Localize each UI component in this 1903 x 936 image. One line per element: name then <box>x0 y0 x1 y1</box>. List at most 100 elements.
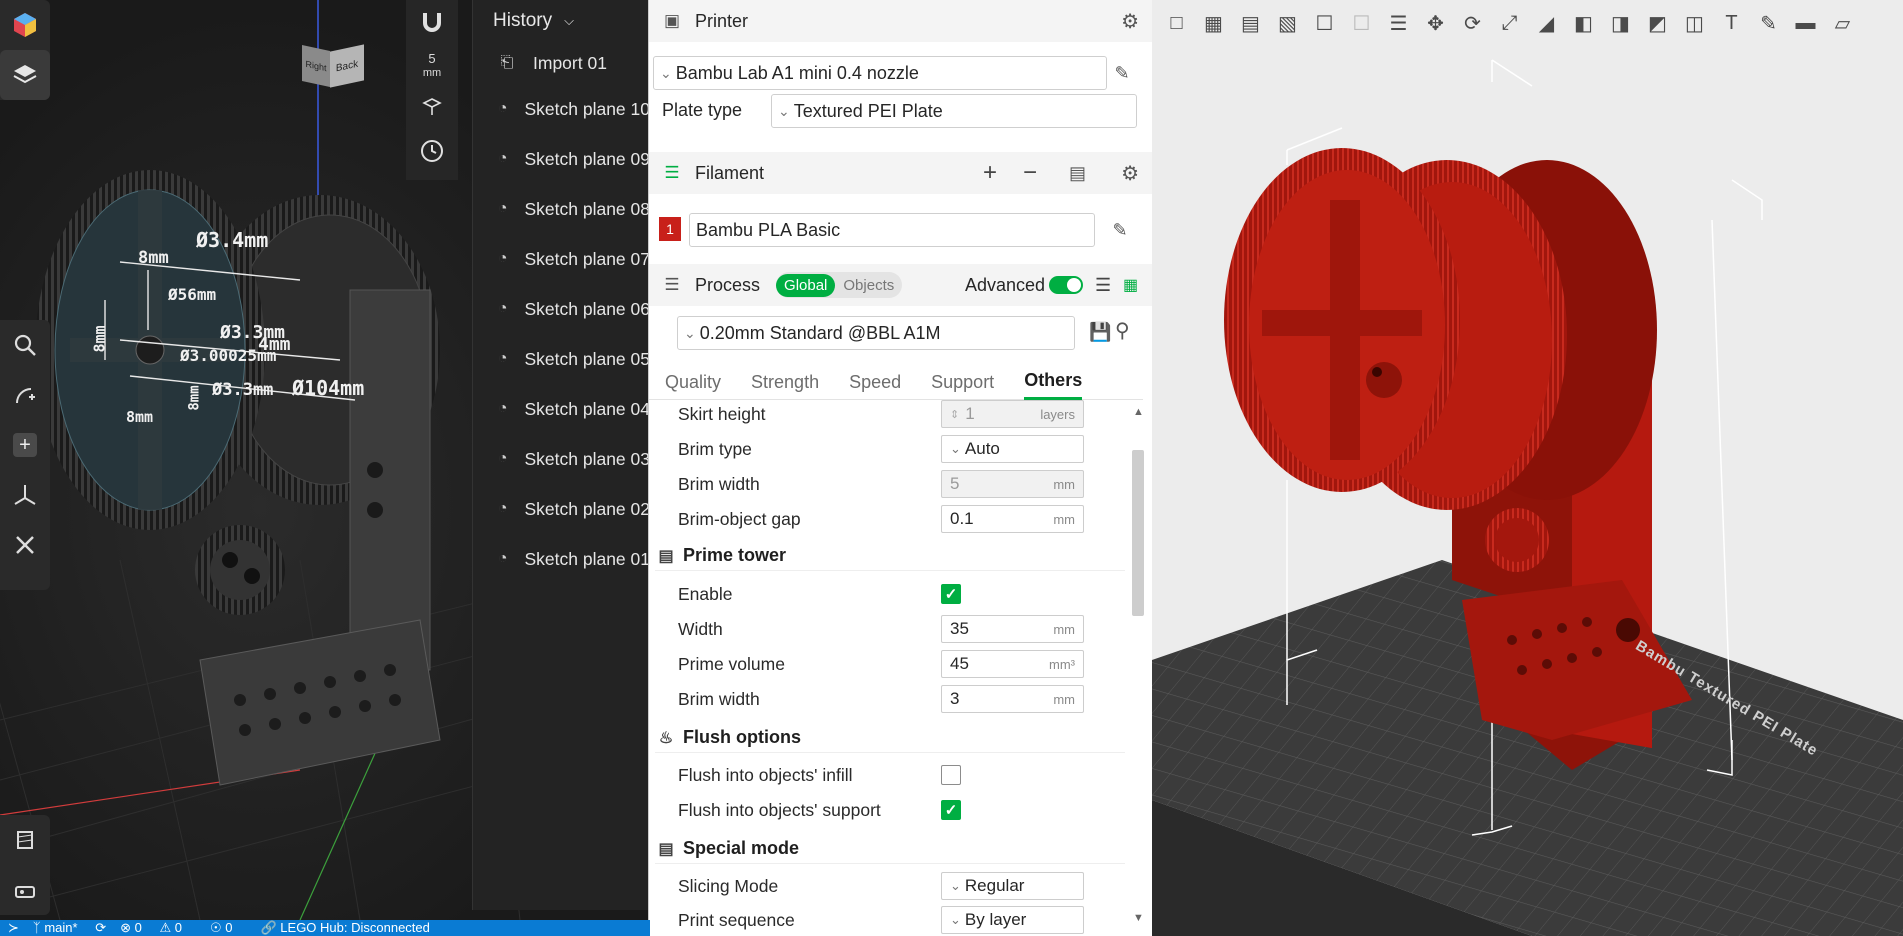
filament-slot-badge[interactable]: 1 <box>659 217 681 241</box>
edit-icon[interactable]: ✎ <box>1109 219 1131 241</box>
plate-type-select[interactable]: ⌄ Textured PEI Plate <box>771 94 1137 128</box>
scroll-down-icon[interactable]: ▼ <box>1133 912 1144 924</box>
sketch-icon[interactable] <box>0 370 50 420</box>
history-item-sketch[interactable]: ◔ Sketch plane 02 <box>473 484 650 534</box>
printer-preset-value: Bambu Lab A1 mini 0.4 nozzle <box>675 62 919 83</box>
plate-preview[interactable]: □ ▦ ▤ ▧ ☐ ☐ ☰ ✥ ⟳ ⤢ ◢ ◧ ◨ ◩ ◫ T ✎ ▬ ▱ Ba… <box>1152 0 1903 936</box>
list-view-icon[interactable]: ☰ <box>1095 275 1111 296</box>
advanced-switch[interactable] <box>1049 276 1083 294</box>
brim-gap-input[interactable]: 0.1 mm <box>941 505 1084 533</box>
printer-preset-select[interactable]: ⌄ Bambu Lab A1 mini 0.4 nozzle <box>653 56 1107 90</box>
process-preset-select[interactable]: ⌄ 0.20mm Standard @BBL A1M <box>677 316 1075 350</box>
tab-quality[interactable]: Quality <box>665 364 721 400</box>
brim-type-select[interactable]: ⌄ Auto <box>941 435 1084 463</box>
clock-icon[interactable] <box>406 126 458 176</box>
history-item-sketch[interactable]: ◔ Sketch plane 06 <box>473 284 650 334</box>
prime-enable-checkbox[interactable]: ✓ <box>941 584 961 604</box>
prime-width-input[interactable]: 35 mm <box>941 615 1084 643</box>
printer-section-header: ▣ Printer ⚙ <box>649 0 1153 42</box>
search-icon[interactable]: ⚲ <box>1115 318 1130 343</box>
view-cube-back-face[interactable]: Back <box>330 44 364 88</box>
print-sequence-label: Print sequence <box>678 909 795 930</box>
settings-scrollbar[interactable]: ▲ ▼ <box>1130 406 1146 930</box>
brim-width-input[interactable]: 5 mm <box>941 470 1084 498</box>
history-item-label: Sketch plane 04 <box>524 398 650 419</box>
scrollbar-thumb[interactable] <box>1132 450 1144 616</box>
history-item-sketch[interactable]: ◔ Sketch plane 03 <box>473 434 650 484</box>
layers-icon[interactable] <box>0 50 50 100</box>
measure-icon[interactable] <box>0 865 50 915</box>
snap-increment[interactable]: 5 mm <box>406 44 458 88</box>
transform-icon[interactable] <box>0 470 50 520</box>
remove-filament-button[interactable]: − <box>1023 159 1037 187</box>
thread-icon[interactable] <box>0 815 50 865</box>
flush-infill-label: Flush into objects' infill <box>678 764 853 785</box>
flush-icon: ♨ <box>658 729 674 747</box>
toggle-global[interactable]: Global <box>776 273 836 297</box>
history-item-sketch[interactable]: ◔ Sketch plane 09 <box>473 134 650 184</box>
tools-icon[interactable] <box>0 520 50 570</box>
history-item-sketch[interactable]: ◔ Sketch plane 08 <box>473 184 650 234</box>
prime-volume-label: Prime volume <box>678 653 785 674</box>
prime-tower-title: Prime tower <box>683 545 787 565</box>
view-cube[interactable]: Right Back <box>302 38 364 88</box>
tab-others[interactable]: Others <box>1024 364 1083 400</box>
view-cube-right-face[interactable]: Right <box>302 45 330 87</box>
skirt-height-input[interactable]: ⇕ 1 layers <box>941 400 1084 428</box>
problems-item[interactable]: ⊗ 0 ⚠ 0 <box>120 920 196 936</box>
dim-label: 8mm <box>126 408 154 426</box>
prime-volume-input[interactable]: 45 mm³ <box>941 650 1084 678</box>
print-sequence-select[interactable]: ⌄ By layer <box>941 906 1084 934</box>
process-section-header: ☰ Process Global Objects Advanced ☰ ▦ <box>649 264 1153 306</box>
cad-viewport[interactable]: Ø3.4mm 8mm Ø56mm Ø3.3mm Ø3.00025mm 4mm Ø… <box>0 0 650 920</box>
add-filament-button[interactable]: + <box>983 159 997 187</box>
history-item-sketch[interactable]: ◔ Sketch plane 01 <box>473 534 650 584</box>
unit-label: mm³ <box>1049 656 1075 672</box>
history-item-sketch[interactable]: ◔ Sketch plane 10 <box>473 84 650 134</box>
flush-support-checkbox[interactable]: ✓ <box>941 800 961 820</box>
brim-gap-row: Brim-object gap 0.1 mm <box>649 503 1127 535</box>
tab-support[interactable]: Support <box>931 364 994 400</box>
prime-brim-input[interactable]: 3 mm <box>941 685 1084 713</box>
history-item-import[interactable]: ⎗ Import 01 <box>473 42 650 84</box>
print-sequence-value: By layer <box>964 910 1027 929</box>
toggle-objects[interactable]: Objects <box>835 274 902 297</box>
prime-volume-value: 45 <box>950 654 969 673</box>
save-icon[interactable]: 💾 <box>1089 322 1111 343</box>
brim-width-value: 5 <box>950 474 960 493</box>
prime-tower-group: ▤ Prime tower <box>655 541 1125 571</box>
compare-icon[interactable]: ▦ <box>1123 275 1138 295</box>
history-item-sketch[interactable]: ◔ Sketch plane 07 <box>473 234 650 284</box>
sketch-plane-icon: ◔ <box>497 250 508 267</box>
tab-speed[interactable]: Speed <box>849 364 901 400</box>
tab-strength[interactable]: Strength <box>751 364 819 400</box>
gear-icon[interactable]: ⚙ <box>1121 9 1139 34</box>
edit-icon[interactable]: ✎ <box>1111 62 1133 84</box>
history-item-sketch[interactable]: ◔ Sketch plane 04 <box>473 384 650 434</box>
history-item-label: Sketch plane 02 <box>524 498 650 519</box>
prime-brim-label: Brim width <box>678 688 760 709</box>
screen: Ø3.4mm 8mm Ø56mm Ø3.3mm Ø3.00025mm 4mm Ø… <box>0 0 1903 936</box>
sync-ams-icon[interactable]: ▤ <box>1069 163 1086 184</box>
axis-view-icon[interactable] <box>406 88 458 126</box>
remote-icon[interactable]: ≻ <box>8 920 19 936</box>
hub-status[interactable]: 🔗 LEGO Hub: Disconnected <box>260 920 443 936</box>
add-icon[interactable]: + <box>0 420 50 470</box>
global-objects-toggle[interactable]: Global Objects <box>776 272 903 298</box>
app-logo-icon[interactable] <box>0 0 50 50</box>
filament-select[interactable]: Bambu PLA Basic <box>689 213 1095 247</box>
flush-infill-checkbox[interactable] <box>941 765 961 785</box>
dim-label: Ø56mm <box>168 285 217 304</box>
ports-item[interactable]: ☉ 0 <box>210 920 247 936</box>
sketch-plane-icon: ◔ <box>497 500 508 517</box>
brim-type-label: Brim type <box>678 438 752 459</box>
search-icon[interactable] <box>0 320 50 370</box>
history-item-sketch[interactable]: ◔ Sketch plane 05 <box>473 334 650 384</box>
sketch-plane-icon: ◔ <box>497 100 508 117</box>
magnet-icon[interactable] <box>406 0 458 44</box>
gear-icon[interactable]: ⚙ <box>1121 161 1139 186</box>
history-header[interactable]: History ⌵ <box>473 0 650 42</box>
slicing-mode-select[interactable]: ⌄ Regular <box>941 872 1084 900</box>
scroll-up-icon[interactable]: ▲ <box>1133 406 1144 418</box>
branch-item[interactable]: ᛉ main* ⟳ <box>33 920 106 936</box>
